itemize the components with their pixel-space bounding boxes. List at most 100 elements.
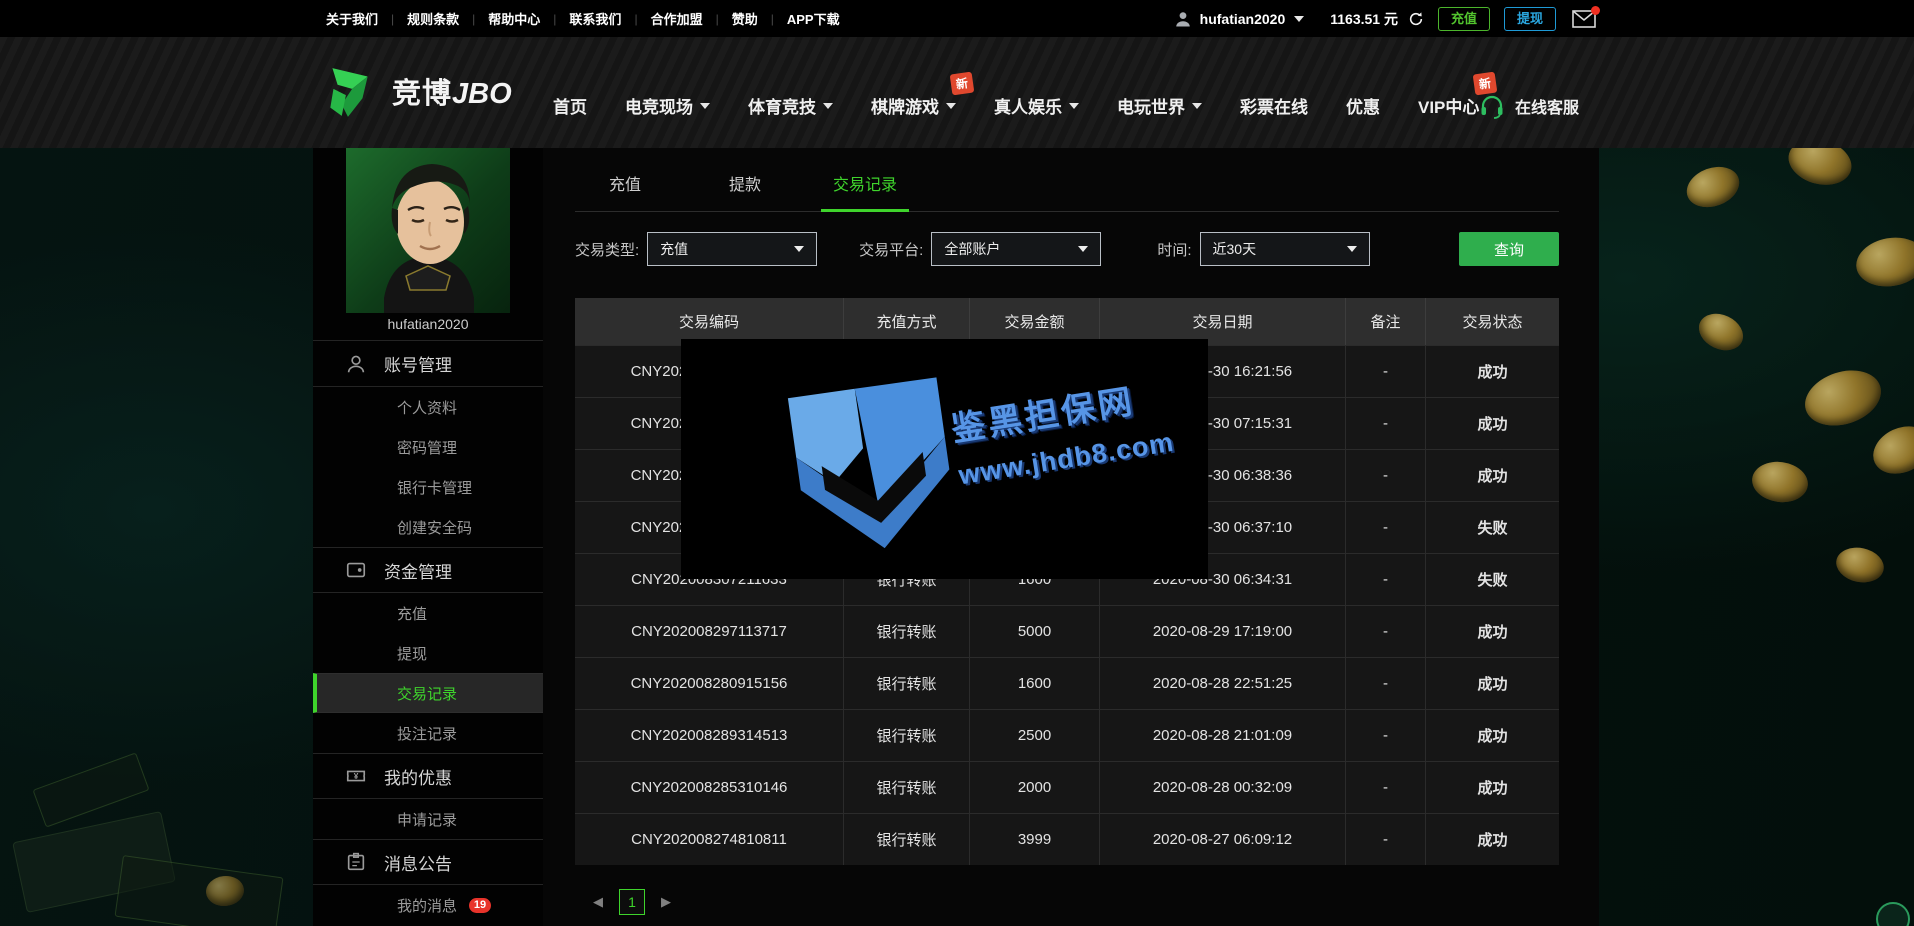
cell-amount: 2000 — [970, 762, 1100, 813]
deposit-button[interactable]: 充值 — [1438, 7, 1490, 31]
tab-deposit[interactable]: 充值 — [575, 171, 675, 211]
new-badge: 新 — [950, 72, 975, 96]
headset-icon — [1479, 93, 1505, 119]
search-button[interactable]: 查询 — [1459, 232, 1559, 266]
top-link-app-download[interactable]: APP下载 — [774, 9, 853, 28]
sidebar-item-apply-records[interactable]: 申请记录 — [313, 799, 543, 839]
prev-page-arrow[interactable]: ◀ — [587, 894, 609, 910]
cell-status: 成功 — [1426, 762, 1559, 813]
table-row: CNY202008289314513 银行转账 2500 2020-08-28 … — [575, 709, 1559, 761]
table-row: CNY202008285310146 银行转账 2000 2020-08-28 … — [575, 761, 1559, 813]
chevron-down-icon — [1192, 103, 1202, 109]
wallet-icon — [345, 559, 367, 581]
cell-note: - — [1346, 502, 1426, 553]
cell-amount: 1600 — [970, 658, 1100, 709]
nav-item-promotions[interactable]: 优惠 — [1327, 93, 1399, 118]
filter-type-select[interactable]: 充值 — [647, 232, 817, 266]
cell-status: 成功 — [1426, 398, 1559, 449]
sidebar-item-deposit[interactable]: 充值 — [313, 593, 543, 633]
top-link-partner[interactable]: 合作加盟 — [638, 9, 716, 28]
logo[interactable]: 竞博JBO — [318, 63, 512, 119]
top-link-help[interactable]: 帮助中心 — [475, 9, 553, 28]
header-code: 交易编码 — [575, 298, 844, 345]
message-count-badge: 19 — [469, 898, 491, 913]
filter-time-label: 时间: — [1157, 239, 1191, 260]
top-link-contact[interactable]: 联系我们 — [556, 9, 634, 28]
sidebar-section-funds[interactable]: 资金管理 — [313, 547, 543, 593]
username[interactable]: hufatian2020 — [1200, 11, 1286, 27]
filter-platform-select[interactable]: 全部账户 — [931, 232, 1101, 266]
filter-type-label: 交易类型: — [575, 239, 639, 260]
pagination: ◀ 1 ▶ — [575, 889, 1599, 915]
coin-graphic — [1833, 543, 1887, 586]
top-link-sponsor[interactable]: 赞助 — [719, 9, 771, 28]
chevron-down-icon[interactable] — [1294, 16, 1304, 22]
sidebar-username: hufatian2020 — [313, 316, 543, 340]
header-note: 备注 — [1346, 298, 1426, 345]
coupon-icon: ¥ — [345, 765, 367, 787]
chevron-down-icon — [1347, 246, 1357, 252]
sidebar-item-transactions[interactable]: 交易记录 — [313, 673, 543, 713]
sidebar-item-withdraw[interactable]: 提现 — [313, 633, 543, 673]
header-status: 交易状态 — [1426, 298, 1559, 345]
sidebar-section-account[interactable]: 账号管理 — [313, 341, 543, 387]
sidebar-item-profile[interactable]: 个人资料 — [313, 387, 543, 427]
nav-item-esports-live[interactable]: 电竞现场 — [606, 93, 729, 118]
nav-item-live-casino[interactable]: 真人娱乐 — [975, 93, 1098, 118]
filter-platform-value: 全部账户 — [944, 239, 1000, 259]
person-icon — [345, 353, 367, 375]
tab-transactions[interactable]: 交易记录 — [815, 171, 915, 211]
cell-method: 银行转账 — [844, 762, 970, 813]
cell-date: 2020-08-28 00:32:09 — [1100, 762, 1346, 813]
sidebar-item-bank-card[interactable]: 银行卡管理 — [313, 467, 543, 507]
top-link-about[interactable]: 关于我们 — [313, 9, 391, 28]
sidebar-section-promos[interactable]: ¥ 我的优惠 — [313, 753, 543, 799]
nav-item-slots[interactable]: 电玩世界 — [1098, 93, 1221, 118]
nav-item-lottery[interactable]: 彩票在线 — [1221, 93, 1327, 118]
coin-graphic — [1798, 361, 1888, 435]
sidebar-item-bet-records[interactable]: 投注记录 — [313, 713, 543, 753]
sidebar-item-security-code[interactable]: 创建安全码 — [313, 507, 543, 547]
coin-graphic — [1749, 458, 1810, 505]
cell-method: 银行转账 — [844, 658, 970, 709]
cell-status: 成功 — [1426, 606, 1559, 657]
cell-note: - — [1346, 710, 1426, 761]
watermark-logo — [770, 353, 976, 576]
cell-method: 银行转账 — [844, 814, 970, 865]
nav-item-board-games[interactable]: 棋牌游戏新 — [852, 93, 975, 118]
top-link-rules[interactable]: 规则条款 — [394, 9, 472, 28]
refresh-icon[interactable] — [1408, 11, 1424, 27]
chevron-down-icon — [823, 103, 833, 109]
cell-status: 成功 — [1426, 450, 1559, 501]
avatar[interactable] — [346, 148, 510, 313]
cell-status: 成功 — [1426, 814, 1559, 865]
tab-bar: 充值 提款 交易记录 — [575, 148, 1559, 212]
page-number[interactable]: 1 — [619, 889, 645, 915]
cell-note: - — [1346, 606, 1426, 657]
tab-withdraw[interactable]: 提款 — [695, 171, 795, 211]
chevron-down-icon — [1078, 246, 1088, 252]
mail-icon[interactable] — [1572, 10, 1596, 28]
filter-time-value: 近30天 — [1213, 239, 1257, 259]
sidebar-item-my-messages[interactable]: 我的消息 19 — [313, 885, 543, 925]
filter-time-select[interactable]: 近30天 — [1200, 232, 1370, 266]
cell-code: CNY202008285310146 — [575, 762, 844, 813]
next-page-arrow[interactable]: ▶ — [655, 894, 677, 910]
chevron-down-icon — [946, 103, 956, 109]
online-service[interactable]: 在线客服 — [1479, 37, 1579, 148]
main-nav: 竞博JBO 首页 电竞现场 体育竞技 棋牌游戏新 真人娱乐 电玩世界 彩票在线 … — [0, 37, 1914, 148]
nav-item-home[interactable]: 首页 — [534, 93, 606, 118]
nav-item-sports[interactable]: 体育竞技 — [729, 93, 852, 118]
cell-note: - — [1346, 762, 1426, 813]
withdraw-button[interactable]: 提现 — [1504, 7, 1556, 31]
sidebar: hufatian2020 账号管理 个人资料 密码管理 银行卡管理 创建安全码 — [313, 148, 543, 926]
logo-text: 竞博JBO — [392, 70, 512, 112]
top-bar: 关于我们| 规则条款| 帮助中心| 联系我们| 合作加盟| 赞助| APP下载 … — [0, 0, 1914, 37]
sidebar-section-messages[interactable]: 消息公告 — [313, 839, 543, 885]
sidebar-menu: 账号管理 个人资料 密码管理 银行卡管理 创建安全码 资金管理 充值 提现 交易… — [313, 340, 543, 925]
money-graphic — [114, 855, 283, 926]
cell-code: CNY202008280915156 — [575, 658, 844, 709]
cell-amount: 5000 — [970, 606, 1100, 657]
sidebar-item-password[interactable]: 密码管理 — [313, 427, 543, 467]
chevron-down-icon — [700, 103, 710, 109]
